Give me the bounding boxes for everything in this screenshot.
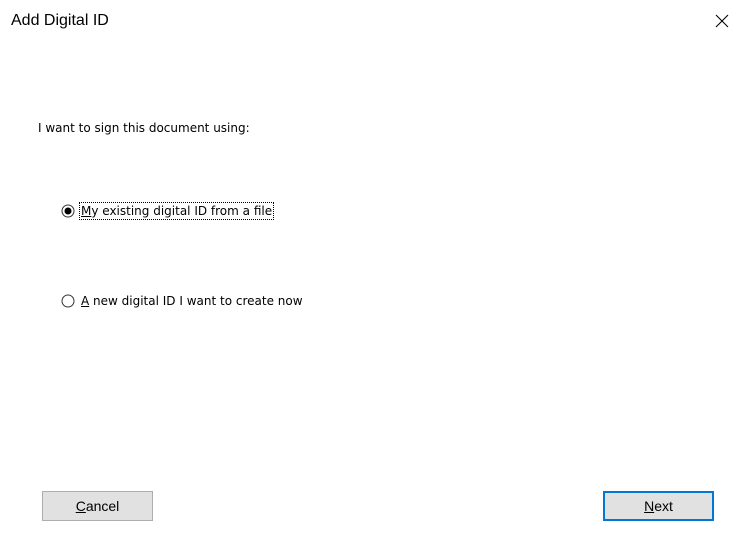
mnemonic-letter: N xyxy=(644,498,655,514)
sign-prompt: I want to sign this document using: xyxy=(38,121,250,135)
label-text: new digital ID I want to create now xyxy=(89,294,303,308)
radio-existing-id-label[interactable]: My existing digital ID from a file xyxy=(79,202,275,220)
dialog-title: Add Digital ID xyxy=(11,12,109,29)
radio-new-id[interactable]: A new digital ID I want to create now xyxy=(61,292,305,310)
button-label: ancel xyxy=(85,498,120,514)
radio-existing-id[interactable]: My existing digital ID from a file xyxy=(61,202,275,220)
cancel-button[interactable]: Cancel xyxy=(42,491,153,521)
add-digital-id-dialog: Add Digital ID I want to sign this docum… xyxy=(0,0,736,542)
mnemonic-letter: C xyxy=(75,498,86,514)
radio-selected-icon[interactable] xyxy=(61,204,75,218)
mnemonic-letter: A xyxy=(81,294,90,308)
button-label: ext xyxy=(654,498,673,514)
radio-unselected-icon[interactable] xyxy=(61,294,75,308)
next-button[interactable]: Next xyxy=(603,491,714,521)
radio-new-id-label[interactable]: A new digital ID I want to create now xyxy=(79,292,305,310)
close-icon[interactable] xyxy=(714,13,730,29)
mnemonic-letter: M xyxy=(81,204,92,218)
label-text: y existing digital ID from a file xyxy=(91,204,273,218)
